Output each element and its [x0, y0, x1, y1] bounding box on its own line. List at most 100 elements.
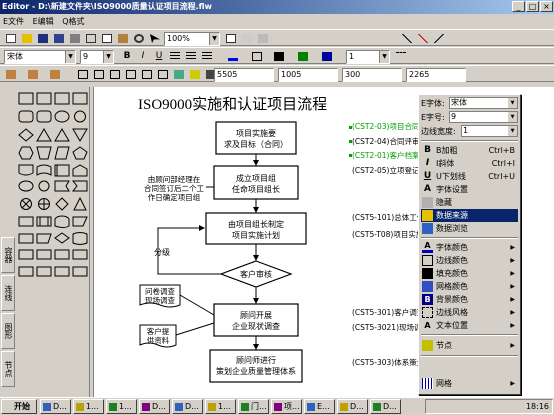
- taskbar-task-5[interactable]: D...: [172, 399, 203, 414]
- save-all-icon[interactable]: [52, 32, 66, 45]
- rectangle-shape-6: [18, 249, 34, 260]
- format-toolbar: 宋体 ▼ 9 ▼ B I U 1 ▼: [0, 47, 554, 64]
- taskbar-task-8[interactable]: 项...: [271, 399, 302, 414]
- taskbar-task-11[interactable]: D...: [370, 399, 401, 414]
- connector-icon[interactable]: [416, 32, 430, 45]
- menu-file[interactable]: E文件: [0, 14, 27, 29]
- copy-icon[interactable]: [100, 32, 114, 45]
- shape-palette[interactable]: [16, 89, 90, 389]
- group-icon[interactable]: [26, 68, 40, 81]
- align-center-icon[interactable]: [184, 50, 198, 63]
- print-icon[interactable]: [68, 32, 82, 45]
- ctx-data-browse[interactable]: 数据浏览: [421, 222, 518, 235]
- ctx-font-settings[interactable]: A 字体设置: [421, 183, 518, 196]
- ctx-font-select[interactable]: 宋体 ▼: [449, 97, 518, 109]
- diamond-shape: [18, 128, 34, 142]
- bold-icon[interactable]: B: [120, 50, 134, 63]
- minimize-button[interactable]: _: [512, 1, 525, 12]
- grid-color-icon[interactable]: [296, 50, 310, 63]
- ctx-bold[interactable]: B B加粗 Ctrl+B: [421, 144, 518, 157]
- height-field[interactable]: 2265: [406, 68, 466, 82]
- flag-shape: [54, 180, 70, 192]
- arrange-icon[interactable]: [4, 68, 18, 81]
- fill-color-icon[interactable]: [272, 50, 286, 63]
- ctx-text-position[interactable]: A 文本位置 ▶: [421, 319, 518, 332]
- tab-shapes[interactable]: 图形: [1, 313, 15, 349]
- line-color-icon[interactable]: [250, 50, 264, 63]
- x-field[interactable]: 5505: [214, 68, 274, 82]
- svg-text:项目实施计划: 项目实施计划: [232, 230, 280, 240]
- ctx-grid[interactable]: 网格 ▶: [421, 377, 518, 390]
- font-color-icon[interactable]: [226, 50, 240, 63]
- same-size-icon[interactable]: [124, 68, 138, 81]
- zoom-icon[interactable]: [132, 32, 146, 45]
- start-button[interactable]: 开始: [1, 399, 37, 414]
- ctx-size-select[interactable]: 9 ▼: [449, 111, 518, 123]
- ungroup-icon[interactable]: [48, 68, 62, 81]
- line-style-icon[interactable]: [394, 50, 408, 63]
- same-width-icon[interactable]: [140, 68, 154, 81]
- line-tool-icon[interactable]: [400, 32, 414, 45]
- same-height-icon[interactable]: [156, 68, 170, 81]
- tab-nodes[interactable]: 节点: [1, 351, 15, 387]
- page-icon[interactable]: [224, 32, 238, 45]
- taskbar-task-10[interactable]: D...: [337, 399, 368, 414]
- align-right-icon[interactable]: [200, 50, 214, 63]
- rectangle-shape-10: [18, 266, 34, 277]
- ctx-bg-color[interactable]: B 背景颜色 ▶: [421, 293, 518, 306]
- save-icon[interactable]: [36, 32, 50, 45]
- taskbar-task-2[interactable]: 1...: [73, 399, 104, 414]
- pointer-icon[interactable]: [148, 32, 162, 45]
- tab-connectors[interactable]: 连线: [1, 275, 15, 311]
- align-middle-icon[interactable]: [92, 68, 106, 81]
- grid-icon[interactable]: [240, 32, 254, 45]
- maximize-button[interactable]: □: [526, 1, 539, 12]
- menu-edit[interactable]: E编辑: [30, 14, 57, 29]
- ctx-border-color[interactable]: 边线颜色 ▶: [421, 254, 518, 267]
- geometry-toolbar: 5505 1005 300 2265: [0, 65, 554, 82]
- svg-text:作日确定项目组: 作日确定项目组: [148, 192, 201, 202]
- cut-icon[interactable]: [84, 32, 98, 45]
- taskbar-task-4[interactable]: D...: [139, 399, 170, 414]
- y-field[interactable]: 1005: [278, 68, 338, 82]
- rectangle-shape-12: [54, 266, 70, 277]
- taskbar-task-9[interactable]: E...: [304, 399, 335, 414]
- ctx-border-select[interactable]: 1 ▼: [461, 125, 518, 137]
- menu-format[interactable]: Q格式: [59, 14, 87, 29]
- ctx-data-source[interactable]: 数据来源: [421, 209, 518, 222]
- layout-icon[interactable]: [256, 32, 270, 45]
- taskbar-task-7[interactable]: 门...: [238, 399, 269, 414]
- taskbar-task-6[interactable]: 1...: [205, 399, 236, 414]
- ctx-node[interactable]: 节点 ▶: [421, 339, 518, 352]
- pen-icon[interactable]: [432, 32, 446, 45]
- line-width-select[interactable]: 1 ▼: [346, 50, 390, 64]
- ctx-underline[interactable]: U U下划线 Ctrl+U: [421, 170, 518, 183]
- font-select[interactable]: 宋体 ▼: [4, 50, 76, 64]
- paste-icon[interactable]: [116, 32, 130, 45]
- ctx-italic[interactable]: I I斜体 Ctrl+I: [421, 157, 518, 170]
- ctx-font-color[interactable]: A 字体颜色 ▶: [421, 241, 518, 254]
- underline-icon[interactable]: U: [152, 50, 166, 63]
- taskbar-task-3[interactable]: 1...: [106, 399, 137, 414]
- rectangle-shape-5: [18, 233, 34, 244]
- ctx-fill-color[interactable]: 填充颜色 ▶: [421, 267, 518, 280]
- ctx-hide[interactable]: 隐藏: [421, 196, 518, 209]
- align-top-icon[interactable]: [76, 68, 90, 81]
- tab-containers[interactable]: 容器: [1, 237, 15, 273]
- picture-icon[interactable]: [172, 68, 186, 81]
- width-field[interactable]: 300: [342, 68, 402, 82]
- align-left-icon[interactable]: [168, 50, 182, 63]
- context-menu: E字体: 宋体 ▼ E字号: 9 ▼ 边线宽度: 1 ▼ B B加粗 Ctrl+B I …: [418, 94, 521, 395]
- node-icon[interactable]: [188, 68, 202, 81]
- new-file-icon[interactable]: [4, 32, 18, 45]
- align-bottom-icon[interactable]: [108, 68, 122, 81]
- open-folder-icon[interactable]: [20, 32, 34, 45]
- ctx-grid-color[interactable]: 网格颜色 ▶: [421, 280, 518, 293]
- italic-icon[interactable]: I: [136, 50, 150, 63]
- ctx-border-style[interactable]: 边线风格 ▶: [421, 306, 518, 319]
- close-button[interactable]: ×: [540, 1, 553, 12]
- zoom-select[interactable]: 100% ▼: [164, 32, 220, 46]
- taskbar-task-1[interactable]: D...: [40, 399, 71, 414]
- size-select[interactable]: 9 ▼: [80, 50, 114, 64]
- bg-color-icon[interactable]: [320, 50, 334, 63]
